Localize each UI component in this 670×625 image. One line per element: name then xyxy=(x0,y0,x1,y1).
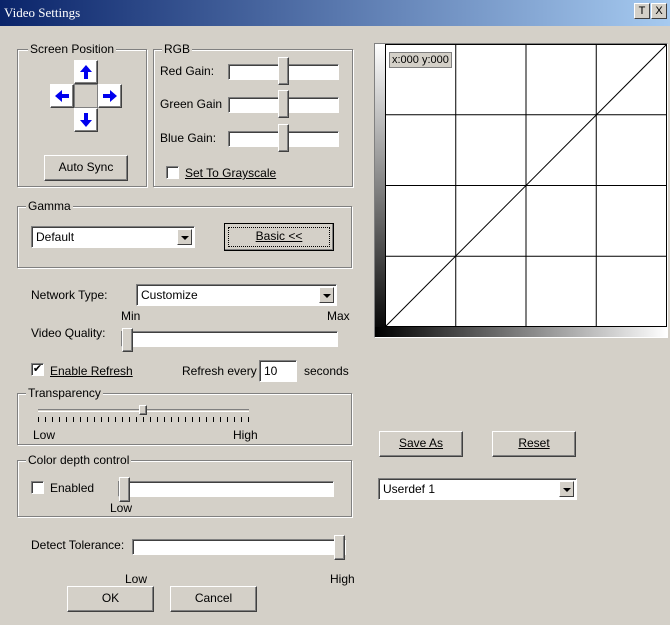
video-settings-window: Video Settings T X Screen Position Auto … xyxy=(0,0,670,625)
rgb-legend: RGB xyxy=(162,42,193,56)
basic-button[interactable]: Basic << xyxy=(224,223,334,251)
arrow-right-icon xyxy=(103,90,117,102)
refresh-seconds-label: seconds xyxy=(304,364,349,378)
refresh-interval-value: 10 xyxy=(264,364,278,378)
refresh-interval-input[interactable]: 10 xyxy=(259,360,297,382)
red-gain-slider[interactable] xyxy=(228,57,339,85)
move-right-button[interactable] xyxy=(98,84,122,108)
green-gain-thumb[interactable] xyxy=(278,90,289,118)
move-left-button[interactable] xyxy=(50,84,74,108)
save-as-label: Save As xyxy=(398,436,444,450)
detect-high-label: High xyxy=(330,572,355,586)
transparency-thumb[interactable] xyxy=(139,405,147,415)
transparency-slider[interactable] xyxy=(38,405,249,415)
color-depth-enabled-label: Enabled xyxy=(50,481,95,495)
network-type-label: Network Type: xyxy=(31,288,108,302)
video-quality-slider[interactable] xyxy=(121,328,338,352)
detect-tolerance-slider[interactable] xyxy=(132,535,346,560)
save-as-button[interactable]: Save As xyxy=(379,431,463,457)
transparency-legend: Transparency xyxy=(26,386,103,400)
blue-gain-slider[interactable] xyxy=(228,124,339,152)
focus-rect xyxy=(228,227,330,247)
enable-refresh-label: Enable Refresh xyxy=(50,364,133,378)
enable-refresh-text: Enable Refresh xyxy=(50,364,133,378)
pin-button[interactable]: T xyxy=(634,3,650,19)
arrow-up-icon xyxy=(80,65,92,79)
blue-gain-thumb[interactable] xyxy=(278,124,289,152)
color-depth-checkbox[interactable] xyxy=(31,481,44,494)
ok-label: OK xyxy=(101,591,120,605)
green-gain-label: Green Gain xyxy=(160,97,223,111)
video-quality-thumb[interactable] xyxy=(122,328,133,352)
blue-gain-label: Blue Gain: xyxy=(160,131,217,145)
chevron-down-icon[interactable] xyxy=(559,481,574,497)
network-type-value: Customize xyxy=(141,288,198,302)
detect-low-label: Low xyxy=(125,572,148,586)
red-gain-label: Red Gain: xyxy=(160,64,215,78)
screen-position-legend: Screen Position xyxy=(28,42,117,56)
close-button[interactable]: X xyxy=(651,3,667,19)
quality-max-label: Max xyxy=(327,309,350,323)
green-gain-slider[interactable] xyxy=(228,90,339,118)
refresh-every-label: Refresh every xyxy=(182,364,257,378)
chevron-down-icon[interactable] xyxy=(177,229,192,245)
cancel-button[interactable]: Cancel xyxy=(170,586,257,612)
auto-sync-label: Auto Sync xyxy=(58,160,114,174)
auto-sync-button[interactable]: Auto Sync xyxy=(44,155,128,181)
reset-button[interactable]: Reset xyxy=(492,431,576,457)
gamma-select-value: Default xyxy=(36,230,75,244)
arrow-left-icon xyxy=(55,90,69,102)
transparency-ticks xyxy=(38,417,249,422)
color-depth-thumb[interactable] xyxy=(119,477,130,502)
gamma-curve-graph[interactable]: x:000 y:000 xyxy=(374,43,668,338)
grayscale-checkbox[interactable] xyxy=(166,166,179,179)
move-down-button[interactable] xyxy=(74,108,98,132)
red-gain-thumb[interactable] xyxy=(278,57,289,85)
video-quality-label: Video Quality: xyxy=(31,326,106,340)
color-depth-slider[interactable] xyxy=(118,477,334,502)
enable-refresh-checkbox[interactable]: ✔ xyxy=(31,363,44,376)
dpad-center xyxy=(74,84,98,108)
title-bar[interactable]: Video Settings T X xyxy=(0,0,670,26)
grayscale-label-text: Set To Grayscale xyxy=(185,166,277,180)
transparency-low-label: Low xyxy=(33,428,56,442)
vertical-gradient-bar xyxy=(375,44,385,337)
check-icon: ✔ xyxy=(32,363,43,375)
profile-select-value: Userdef 1 xyxy=(383,482,436,496)
profile-select[interactable]: Userdef 1 xyxy=(378,478,577,500)
window-title: Video Settings xyxy=(4,5,81,20)
grayscale-label: Set To Grayscale xyxy=(185,166,276,180)
horizontal-gradient-bar xyxy=(375,327,667,337)
detect-tolerance-label: Detect Tolerance: xyxy=(31,538,125,552)
arrow-down-icon xyxy=(80,113,92,127)
ok-button[interactable]: OK xyxy=(67,586,154,612)
chevron-down-icon[interactable] xyxy=(319,287,334,303)
color-depth-legend: Color depth control xyxy=(26,453,132,467)
curve-grid xyxy=(375,44,667,337)
cancel-label: Cancel xyxy=(194,591,233,605)
network-type-select[interactable]: Customize xyxy=(136,284,337,306)
reset-label: Reset xyxy=(518,436,550,450)
gamma-legend: Gamma xyxy=(26,199,73,213)
move-up-button[interactable] xyxy=(74,60,98,84)
detect-tolerance-thumb[interactable] xyxy=(334,535,345,560)
coordinate-readout: x:000 y:000 xyxy=(389,52,452,68)
transparency-high-label: High xyxy=(233,428,258,442)
gamma-select[interactable]: Default xyxy=(31,226,195,248)
color-depth-low-label: Low xyxy=(110,501,133,515)
quality-min-label: Min xyxy=(121,309,141,323)
